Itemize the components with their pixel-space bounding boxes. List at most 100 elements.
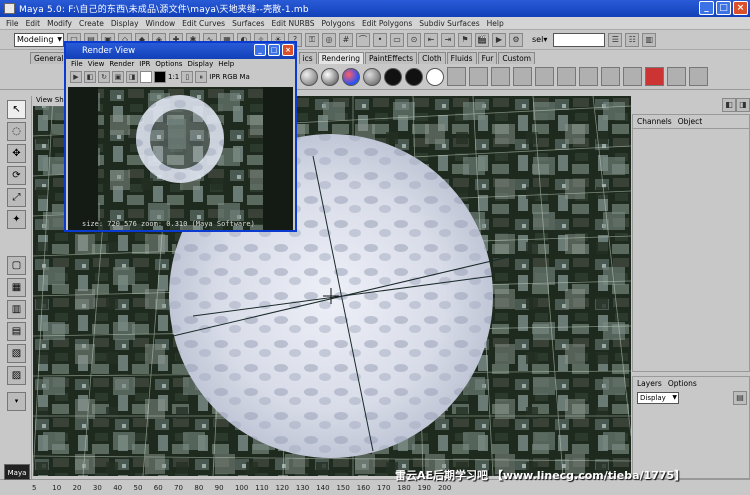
shelf-tab-general[interactable]: General bbox=[30, 52, 68, 64]
render-view-close-button[interactable]: × bbox=[282, 44, 294, 56]
rv-menu-file[interactable]: File bbox=[71, 59, 83, 69]
render-shelf-icon-8[interactable] bbox=[601, 67, 620, 86]
shelf-tab-painteffects[interactable]: PaintEffects bbox=[365, 52, 418, 64]
snapshot-icon[interactable]: ◨ bbox=[126, 71, 138, 83]
pause-icon[interactable]: ⏸ bbox=[195, 71, 208, 83]
select-tool-icon[interactable]: ↖ bbox=[7, 100, 26, 119]
output-ops-icon[interactable]: ⇥ bbox=[441, 32, 455, 47]
surface-shader-icon[interactable] bbox=[405, 67, 423, 86]
render-shelf-icon-10[interactable] bbox=[667, 67, 686, 86]
show-channel-box-icon[interactable]: ▥ bbox=[642, 32, 657, 47]
menu-modify[interactable]: Modify bbox=[47, 19, 72, 28]
hypershade-layout-icon[interactable]: ▧ bbox=[7, 344, 26, 363]
input-ops-icon[interactable]: ⇤ bbox=[424, 32, 438, 47]
rv-ratio[interactable]: 1:1 bbox=[168, 73, 179, 81]
delete-icon[interactable] bbox=[645, 67, 664, 86]
object-menu[interactable]: Object bbox=[678, 117, 702, 126]
persp-graph-layout-icon[interactable]: ▤ bbox=[7, 322, 26, 341]
ipr-render-icon[interactable]: ▶ bbox=[492, 32, 506, 47]
render-shelf-icon-4[interactable] bbox=[513, 67, 532, 86]
snap-view-plane-icon[interactable]: ▭ bbox=[390, 32, 404, 47]
more-layouts-icon[interactable]: ▾ bbox=[7, 392, 26, 411]
rv-menu-display[interactable]: Display bbox=[187, 59, 213, 69]
manipulator-tool-icon[interactable]: ✦ bbox=[7, 210, 26, 229]
render-shelf-icon-9[interactable] bbox=[623, 67, 642, 86]
use-background-icon[interactable] bbox=[426, 67, 444, 86]
render-shelf-icon-5[interactable] bbox=[535, 67, 554, 86]
mode-select[interactable]: Modeling bbox=[14, 32, 64, 47]
move-tool-icon[interactable]: ✥ bbox=[7, 144, 26, 163]
lasso-tool-icon[interactable]: ◌ bbox=[7, 122, 26, 141]
redo-render-icon[interactable]: ▶ bbox=[70, 71, 82, 83]
ramp-material-icon[interactable] bbox=[342, 67, 360, 86]
render-view-image[interactable]: size: 720 576 zoom: 0.310 (Maya Software… bbox=[68, 87, 293, 230]
render-layout-icon[interactable]: ▨ bbox=[7, 366, 26, 385]
rv-menu-render[interactable]: Render bbox=[109, 59, 134, 69]
rv-menu-view[interactable]: View bbox=[88, 59, 105, 69]
keep-image-icon[interactable]: ▯ bbox=[181, 71, 194, 83]
menu-window[interactable]: Window bbox=[146, 19, 176, 28]
phong-material-icon[interactable] bbox=[363, 67, 381, 86]
render-region-icon[interactable]: ▣ bbox=[112, 71, 124, 83]
rv-menu-help[interactable]: Help bbox=[218, 59, 234, 69]
rv-menu-ipr[interactable]: IPR bbox=[139, 59, 150, 69]
display-alpha-icon[interactable] bbox=[154, 71, 166, 83]
menu-display[interactable]: Display bbox=[111, 19, 139, 28]
render-view-maximize-button[interactable]: □ bbox=[268, 44, 280, 56]
refresh-ipr-icon[interactable]: ↻ bbox=[98, 71, 110, 83]
render-view-minimize-button[interactable]: _ bbox=[254, 44, 266, 56]
layered-shader-icon[interactable] bbox=[384, 67, 402, 86]
shelf-tab-cloth[interactable]: Cloth bbox=[418, 52, 446, 64]
layer-display-select[interactable]: Display bbox=[637, 392, 679, 404]
render-shelf-icon-6[interactable] bbox=[557, 67, 576, 86]
persp-outliner-layout-icon[interactable]: ▥ bbox=[7, 300, 26, 319]
render-shelf-icon-1[interactable] bbox=[447, 67, 466, 86]
rotate-tool-icon[interactable]: ⟳ bbox=[7, 166, 26, 185]
menu-surfaces[interactable]: Surfaces bbox=[232, 19, 264, 28]
highlight-selection-icon[interactable]: ◎ bbox=[322, 32, 336, 47]
lambert-material-icon[interactable] bbox=[300, 67, 318, 86]
menu-polygons[interactable]: Polygons bbox=[322, 19, 355, 28]
snap-curve-icon[interactable]: ⌒ bbox=[356, 32, 370, 47]
layers-menu[interactable]: Layers bbox=[637, 379, 662, 388]
display-rgb-icon[interactable] bbox=[140, 71, 152, 83]
menu-file[interactable]: File bbox=[6, 19, 19, 28]
maximize-button[interactable]: □ bbox=[716, 1, 731, 15]
paint-brush-icon[interactable] bbox=[689, 67, 708, 86]
channel-box-toggle-icon[interactable]: ◧ bbox=[722, 98, 736, 112]
close-button[interactable]: × bbox=[733, 1, 748, 15]
ipr-render-icon-rv[interactable]: ◧ bbox=[84, 71, 96, 83]
shelf-tab-dynamics[interactable]: ics bbox=[298, 52, 317, 64]
menu-help[interactable]: Help bbox=[487, 19, 504, 28]
selection-input[interactable] bbox=[553, 32, 606, 47]
minimize-button[interactable]: _ bbox=[699, 1, 714, 15]
show-tool-settings-icon[interactable]: ☷ bbox=[625, 32, 640, 47]
single-perspective-layout-icon[interactable]: ▢ bbox=[7, 256, 26, 275]
snap-point-icon[interactable]: • bbox=[373, 32, 387, 47]
menu-edit-polygons[interactable]: Edit Polygons bbox=[362, 19, 412, 28]
construction-history-icon[interactable]: ⚑ bbox=[458, 32, 472, 47]
render-globals-icon[interactable]: ⚙ bbox=[509, 32, 523, 47]
menu-edit-curves[interactable]: Edit Curves bbox=[182, 19, 225, 28]
menu-edit[interactable]: Edit bbox=[26, 19, 41, 28]
menu-create[interactable]: Create bbox=[79, 19, 104, 28]
new-layer-icon[interactable]: ▤ bbox=[733, 391, 747, 405]
layer-editor-toggle-icon[interactable]: ◨ bbox=[736, 98, 750, 112]
render-shelf-icon-2[interactable] bbox=[469, 67, 488, 86]
render-shelf-icon-7[interactable] bbox=[579, 67, 598, 86]
four-view-layout-icon[interactable]: ▦ bbox=[7, 278, 26, 297]
lock-selection-icon[interactable]: ⚿ bbox=[305, 32, 319, 47]
menu-subdiv-surfaces[interactable]: Subdiv Surfaces bbox=[419, 19, 479, 28]
channels-menu[interactable]: Channels bbox=[637, 117, 672, 126]
shelf-tab-fluids[interactable]: Fluids bbox=[446, 52, 477, 64]
snap-grid-icon[interactable]: # bbox=[339, 32, 353, 47]
rv-menu-options[interactable]: Options bbox=[155, 59, 182, 69]
render-current-frame-icon[interactable]: 🎬 bbox=[475, 32, 489, 47]
shelf-tab-fur[interactable]: Fur bbox=[477, 52, 498, 64]
shelf-tab-rendering[interactable]: Rendering bbox=[317, 52, 364, 64]
blinn-material-icon[interactable] bbox=[321, 67, 339, 86]
show-attribute-editor-icon[interactable]: ☰ bbox=[608, 32, 623, 47]
menu-edit-nurbs[interactable]: Edit NURBS bbox=[272, 19, 315, 28]
scale-tool-icon[interactable]: ⤢ bbox=[7, 188, 26, 207]
shelf-tab-custom[interactable]: Custom bbox=[498, 52, 536, 64]
